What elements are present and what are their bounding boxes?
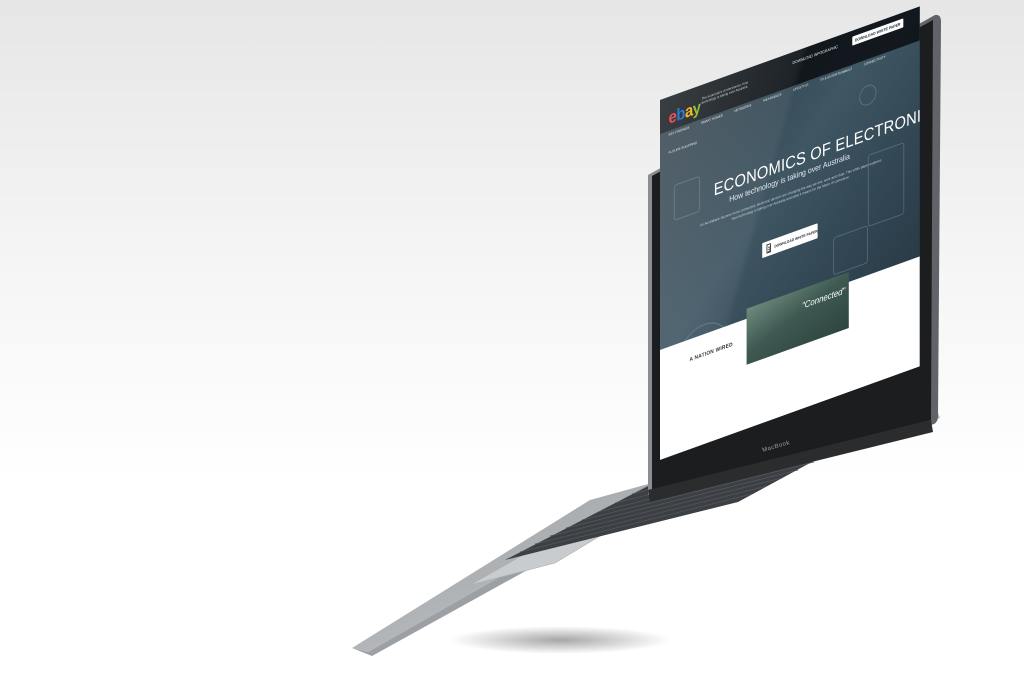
- floor-shadow: [450, 626, 670, 654]
- nav-item[interactable]: WEARABLES: [763, 92, 781, 103]
- decorative-box: [833, 225, 868, 276]
- decorative-panel: [673, 175, 700, 222]
- laptop-scene: MacBook ebay The economics of electronic…: [0, 0, 1024, 688]
- document-icon: [766, 243, 771, 254]
- nav-item[interactable]: FUTURE SHOPPING: [669, 141, 697, 155]
- download-whitepaper-label: DOWNLOAD WHITE PAPER: [774, 228, 818, 249]
- decorative-appliance: [867, 142, 905, 228]
- decorative-wifi: [859, 82, 877, 109]
- download-whitepaper-button[interactable]: DOWNLOAD WHITE PAPER: [762, 223, 818, 259]
